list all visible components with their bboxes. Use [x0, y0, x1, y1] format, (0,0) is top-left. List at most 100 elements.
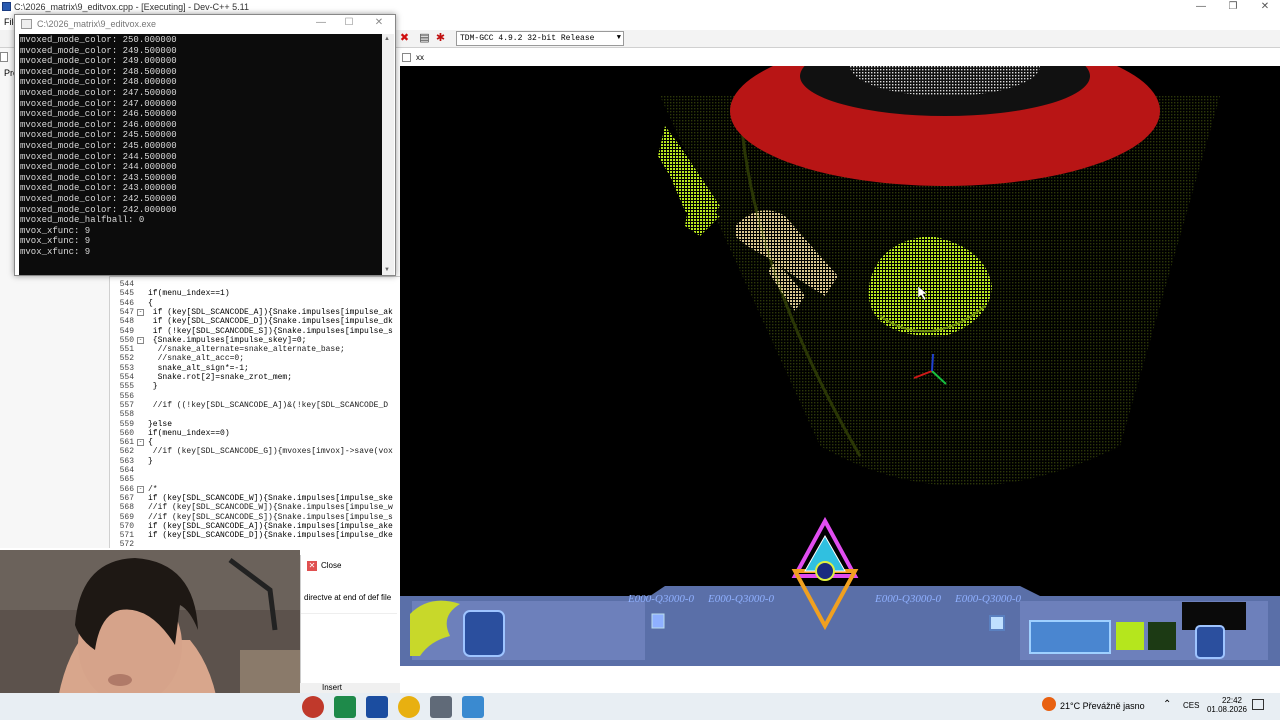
fold-toggle-icon[interactable]: -: [137, 308, 144, 316]
scroll-up-icon[interactable]: ▲: [384, 36, 390, 42]
tray-date[interactable]: 01.08.2026: [1202, 705, 1252, 714]
console-line: mvoxed_mode_halfball: 0: [20, 215, 145, 226]
close-button-label: Close: [321, 561, 342, 570]
devcpp-app-icon: [2, 2, 11, 11]
tray-chevron-up-icon[interactable]: ⌃: [1163, 699, 1171, 710]
line-number: 556: [119, 391, 134, 401]
console-titlebar[interactable]: C:\2026_matrix\9_editvox.exe — ☐ ✕: [15, 15, 395, 34]
line-number: 550: [119, 335, 134, 345]
fold-toggle-icon[interactable]: -: [137, 439, 144, 447]
console-line: mvoxed_mode_color: 244.000000: [20, 162, 177, 173]
line-number: 561: [119, 438, 134, 448]
weather-icon[interactable]: [1042, 697, 1056, 711]
code-line: if(menu_index==0): [148, 428, 230, 438]
console-line: mvoxed_mode_color: 248.500000: [20, 66, 177, 77]
line-number: 545: [119, 289, 134, 299]
chrome-icon[interactable]: [398, 696, 420, 718]
line-number: 572: [119, 540, 134, 550]
code-line: if (key[SDL_SCANCODE_A]){Snake.impulses[…: [148, 521, 393, 531]
divider: [301, 613, 397, 614]
line-number: 555: [119, 382, 134, 392]
console-line: mvoxed_mode_color: 244.500000: [20, 151, 177, 162]
code-line: if (key[SDL_SCANCODE_D]){Snake.impulses[…: [148, 531, 393, 541]
line-number: 553: [119, 363, 134, 373]
line-number: 569: [119, 512, 134, 522]
line-number: 544: [119, 280, 134, 289]
game-titlebar[interactable]: xx: [400, 50, 1280, 66]
voxel-scene: [400, 66, 1280, 666]
code-line: if(menu_index==1): [148, 289, 230, 299]
tray-language[interactable]: CES: [1183, 701, 1199, 710]
console-line: mvox_xfunc: 9: [20, 246, 91, 257]
console-line: mvoxed_mode_color: 247.000000: [20, 98, 177, 109]
close-icon: ✕: [307, 561, 317, 571]
panel-tab-icon[interactable]: [0, 52, 8, 62]
hud-keyboard-icon: [1029, 620, 1111, 654]
line-number: 547: [119, 307, 134, 317]
console-maximize-icon[interactable]: ☐: [335, 17, 363, 32]
code-line: snake_alt_sign*=-1;: [148, 363, 249, 373]
line-number: 568: [119, 503, 134, 513]
minimize-icon[interactable]: —: [1186, 0, 1216, 14]
console-window-title: C:\2026_matrix\9_editvox.exe: [37, 19, 157, 29]
console-minimize-icon[interactable]: —: [307, 17, 335, 32]
console-line: mvoxed_mode_color: 242.000000: [20, 204, 177, 215]
statusbar: Insert: [300, 683, 400, 693]
hud-counter-3: E000-Q3000-0: [875, 593, 941, 605]
game-app-icon: [402, 53, 411, 62]
code-line: Snake.rot[2]=snake_zrot_mem;: [148, 373, 293, 382]
fold-toggle-icon[interactable]: -: [137, 336, 144, 344]
close-icon[interactable]: ✕: [1250, 0, 1280, 14]
hud-counter-2: E000-Q3000-0: [708, 593, 774, 605]
game-taskbar-icon[interactable]: [462, 696, 484, 718]
chart-icon[interactable]: ▤: [418, 32, 431, 45]
hud-small-gem-icon: [651, 613, 665, 629]
chevron-down-icon: ▼: [616, 34, 621, 42]
desktop: C:\2026_matrix\9_editvox.cpp - [Executin…: [0, 0, 1280, 720]
hud-counter-4: E000-Q3000-0: [955, 593, 1021, 605]
close-button[interactable]: ✕ Close: [307, 559, 341, 573]
fold-toggle-icon[interactable]: -: [137, 485, 144, 493]
console-taskbar-icon[interactable]: [430, 696, 452, 718]
notification-icon[interactable]: [1252, 699, 1264, 710]
debug-icon[interactable]: ✱: [434, 32, 447, 45]
code-line: if (key[SDL_SCANCODE_W]){Snake.impulses[…: [148, 493, 393, 503]
line-number: 552: [119, 354, 134, 364]
console-line: mvoxed_mode_color: 249.500000: [20, 45, 177, 56]
console-close-icon[interactable]: ✕: [365, 17, 393, 32]
scroll-down-icon[interactable]: ▼: [384, 267, 390, 273]
line-number: 548: [119, 317, 134, 327]
console-window[interactable]: C:\2026_matrix\9_editvox.exe — ☐ ✕ mvoxe…: [14, 14, 396, 276]
restore-icon[interactable]: ❐: [1218, 0, 1248, 14]
hud-hand-icon: [463, 610, 505, 657]
stop-execution-icon[interactable]: ✖: [398, 32, 411, 45]
line-number: 564: [119, 466, 134, 475]
console-line: mvoxed_mode_color: 250.000000: [20, 35, 177, 45]
compiler-select[interactable]: TDM-GCC 4.9.2 32-bit Release ▼: [456, 31, 624, 46]
game-viewport[interactable]: E000-Q3000-0 E000-Q3000-0 E000-Q3000-0 E…: [400, 66, 1280, 666]
game-window[interactable]: xx E000-Q3000-0 E000-Q3000-0 E000-Q3000-…: [400, 50, 1280, 666]
devcpp-titlebar[interactable]: C:\2026_matrix\9_editvox.cpp - [Executin…: [0, 0, 1280, 14]
code-line: }: [148, 456, 153, 466]
weather-text[interactable]: 21°C Převážně jasno: [1060, 701, 1145, 711]
line-number: 554: [119, 373, 134, 382]
devcpp-window-title: C:\2026_matrix\9_editvox.cpp - [Executin…: [14, 2, 249, 12]
code-line: {Snake.impulses[impulse_skey]=0;: [148, 335, 307, 345]
hud-color-swatch-dark: [1148, 622, 1176, 650]
console-scrollbar[interactable]: ▲ ▼: [382, 34, 394, 275]
code-line: {: [148, 438, 153, 448]
gizmo-z-axis: [931, 353, 934, 372]
console-lines: mvoxed_mode_color: 250.000000 mvoxed_mode…: [20, 35, 177, 257]
code-editor[interactable]: 544 545 546 547 548 549 550 551 552 553 554 555 556 5…: [110, 276, 400, 549]
line-number: 567: [119, 493, 134, 503]
emblem-center: [815, 561, 835, 581]
console-app-icon: [21, 19, 32, 29]
line-number: 570: [119, 521, 134, 531]
console-line: mvoxed_mode_color: 246.500000: [20, 109, 177, 120]
console-line: mvoxed_mode_color: 249.000000: [20, 56, 177, 67]
line-number: 565: [119, 475, 134, 485]
obs-icon[interactable]: [302, 696, 324, 718]
devcpp-taskbar-icon[interactable]: [366, 696, 388, 718]
app-green-icon[interactable]: [334, 696, 356, 718]
compile-log-panel: ✕ Close directve at end of def file: [300, 555, 400, 683]
